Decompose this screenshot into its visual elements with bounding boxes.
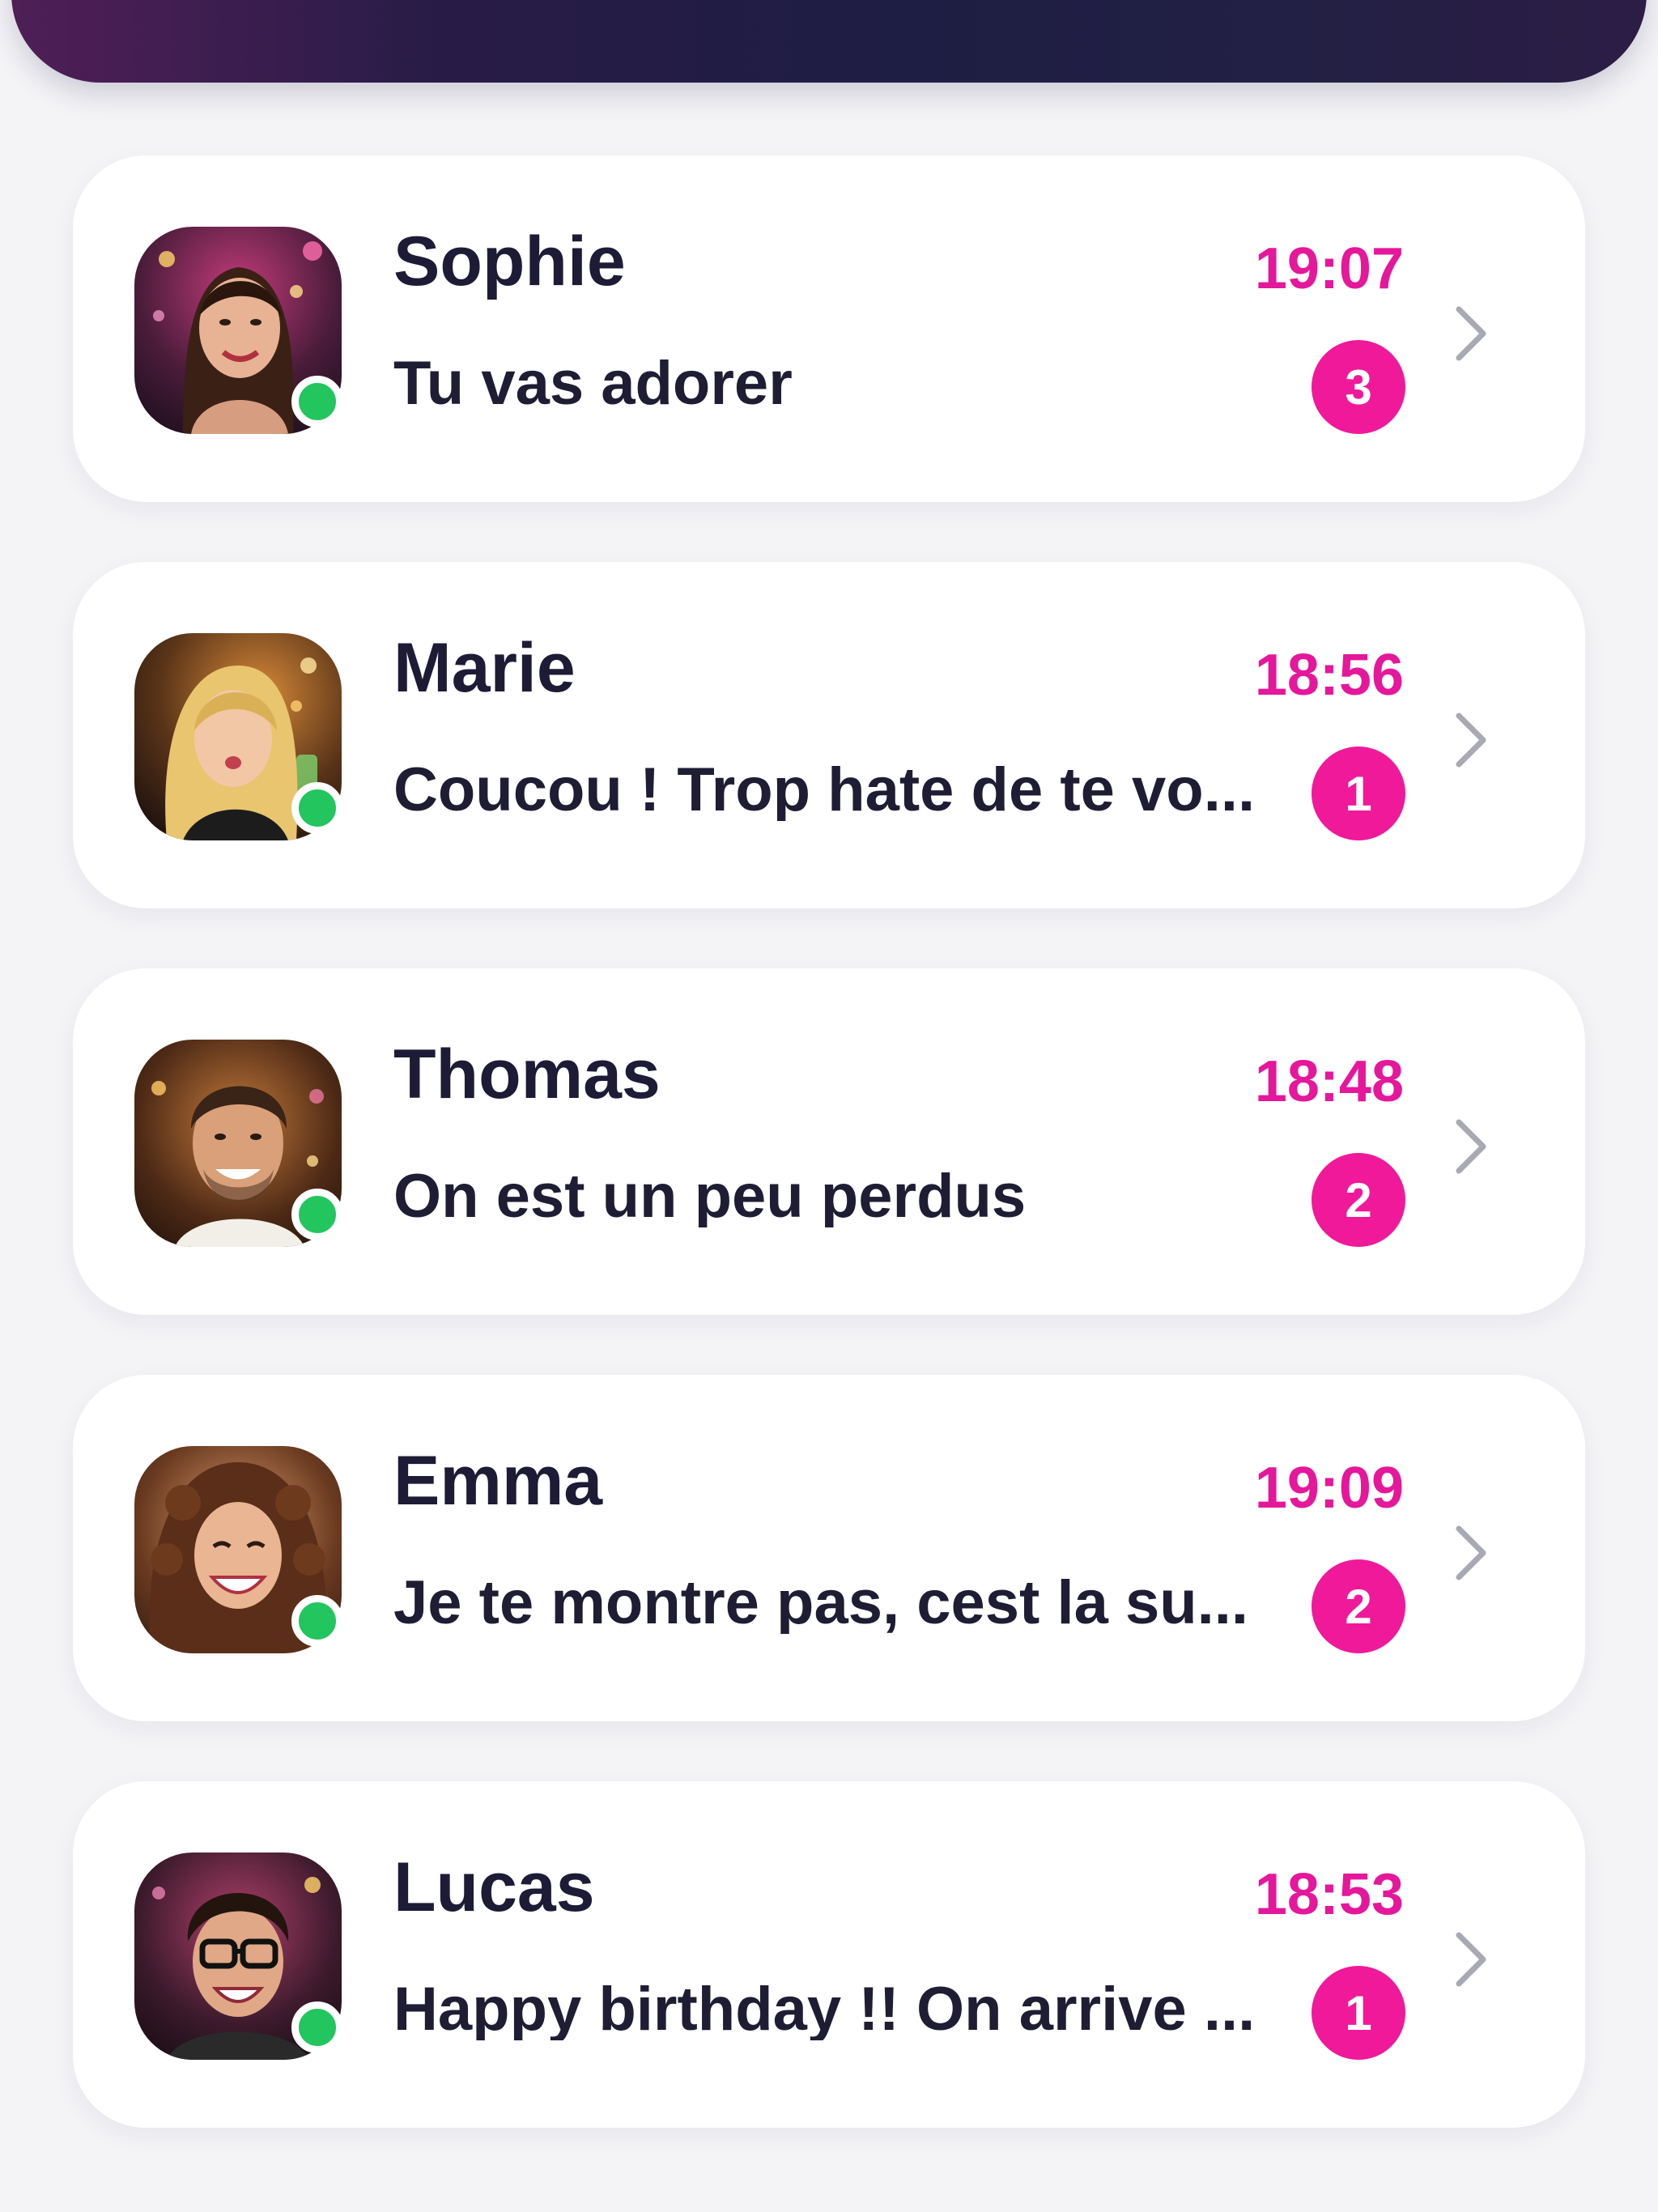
contact-name: Sophie bbox=[393, 223, 626, 300]
contact-name: Emma bbox=[393, 1442, 603, 1520]
avatar-container bbox=[134, 1040, 343, 1247]
chevron-right-icon[interactable] bbox=[1448, 1925, 1496, 1993]
online-status-indicator bbox=[291, 1595, 343, 1647]
online-status-indicator bbox=[291, 2001, 343, 2053]
conversation-list: Sophie 19:07 Tu vas adorer 3 Marie 18:56… bbox=[73, 155, 1585, 2188]
message-preview: Coucou ! Trop hate de te vo... bbox=[393, 759, 1256, 821]
conversation-item-emma[interactable]: Emma 19:09 Je te montre pas, cest la su.… bbox=[73, 1375, 1585, 1721]
chat-list-screen: Sophie 19:07 Tu vas adorer 3 Marie 18:56… bbox=[0, 0, 1658, 2212]
online-status-indicator bbox=[291, 1189, 343, 1240]
unread-badge: 1 bbox=[1312, 1966, 1405, 2060]
conversation-item-sophie[interactable]: Sophie 19:07 Tu vas adorer 3 bbox=[73, 155, 1585, 502]
contact-name: Lucas bbox=[393, 1848, 595, 1926]
conversation-item-marie[interactable]: Marie 18:56 Coucou ! Trop hate de te vo.… bbox=[73, 562, 1585, 908]
message-time: 18:53 bbox=[1254, 1862, 1404, 1927]
unread-badge: 1 bbox=[1312, 747, 1405, 840]
message-preview: Je te montre pas, cest la su... bbox=[393, 1572, 1248, 1634]
top-header bbox=[0, 0, 1658, 83]
message-preview: On est un peu perdus bbox=[393, 1166, 1027, 1227]
chevron-right-icon[interactable] bbox=[1448, 300, 1496, 368]
contact-name: Thomas bbox=[393, 1036, 661, 1113]
message-time: 18:48 bbox=[1254, 1049, 1404, 1114]
chevron-right-icon[interactable] bbox=[1448, 1519, 1496, 1587]
message-preview: Happy birthday !! On arrive ... bbox=[393, 1979, 1256, 2040]
unread-badge: 2 bbox=[1312, 1559, 1405, 1653]
chevron-right-icon[interactable] bbox=[1448, 706, 1496, 774]
contact-name: Marie bbox=[393, 629, 576, 707]
avatar-container bbox=[134, 633, 343, 840]
message-time: 19:07 bbox=[1254, 236, 1404, 301]
avatar-container bbox=[134, 1853, 343, 2060]
message-time: 19:09 bbox=[1254, 1456, 1404, 1521]
chevron-right-icon[interactable] bbox=[1448, 1112, 1496, 1180]
conversation-item-lucas[interactable]: Lucas 18:53 Happy birthday !! On arrive … bbox=[73, 1781, 1585, 2128]
online-status-indicator bbox=[291, 376, 343, 428]
unread-badge: 3 bbox=[1312, 340, 1405, 434]
message-time: 18:56 bbox=[1254, 643, 1404, 708]
message-preview: Tu vas adorer bbox=[393, 353, 793, 415]
online-status-indicator bbox=[291, 782, 343, 834]
header-bar bbox=[11, 0, 1647, 83]
unread-badge: 2 bbox=[1312, 1153, 1405, 1247]
conversation-item-thomas[interactable]: Thomas 18:48 On est un peu perdus 2 bbox=[73, 968, 1585, 1315]
avatar-container bbox=[134, 227, 343, 434]
avatar-container bbox=[134, 1446, 343, 1653]
